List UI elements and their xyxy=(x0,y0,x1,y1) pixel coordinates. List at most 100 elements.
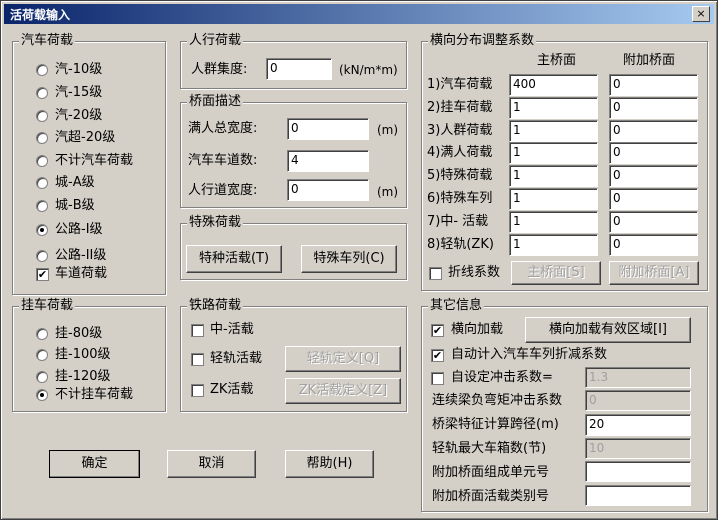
trailer-load-option-label: 不计挂车荷载 xyxy=(55,387,134,402)
lateral-main-deck-input[interactable]: 1 xyxy=(509,233,598,256)
main-deck-button[interactable]: 主桥面[S] xyxy=(511,261,601,285)
crowd-density-label: 人群集度: xyxy=(191,62,248,77)
railway-load-legend: 铁路荷载 xyxy=(187,298,244,314)
vehicle-load-option-label: 公路-II级 xyxy=(55,248,107,263)
deck-description-legend: 桥面描述 xyxy=(187,94,244,110)
extra-unit-input[interactable] xyxy=(585,461,691,482)
rail-axle-input[interactable]: 10 xyxy=(585,438,691,459)
lane-count-input[interactable]: 4 xyxy=(287,150,369,172)
trailer-load-legend: 挂车荷载 xyxy=(19,298,76,314)
lateral-extra-deck-input[interactable]: 0 xyxy=(609,119,698,142)
vehicle-load-radio[interactable] xyxy=(36,155,48,167)
title-bar: 活荷载输入 × xyxy=(4,4,714,24)
walkway-width-input[interactable]: 0 xyxy=(287,179,369,201)
vehicle-load-option-label: 不计汽车荷载 xyxy=(55,153,134,168)
lateral-main-deck-input[interactable]: 1 xyxy=(509,142,598,165)
auto-reduce-checkbox[interactable]: ✔ xyxy=(431,349,444,362)
vehicle-load-legend: 汽车荷载 xyxy=(19,33,76,49)
vehicle-load-option-label: 汽-20级 xyxy=(55,108,103,123)
lateral-row-label: 8)轻轨(ZK) xyxy=(427,236,494,252)
extra-deck-button[interactable]: 附加桥面[A] xyxy=(609,261,699,285)
lateral-main-deck-input[interactable]: 1 xyxy=(509,210,598,233)
lateral-row-label: 2)挂车荷载 xyxy=(427,99,493,115)
vehicle-load-radio[interactable] xyxy=(36,224,48,236)
lateral-load-checkbox[interactable]: ✔ xyxy=(431,324,444,337)
impact-coef-input[interactable]: 1.3 xyxy=(585,367,691,388)
impact-coef-label: 自设定冲击系数= xyxy=(451,370,553,385)
lateral-main-deck-input[interactable]: 1 xyxy=(509,188,598,210)
trailer-load-radio[interactable] xyxy=(36,349,48,361)
cancel-button[interactable]: 取消 xyxy=(167,450,256,478)
extra-deck-column-header: 附加桥面 xyxy=(623,53,676,68)
span-input[interactable]: 20 xyxy=(585,414,691,436)
lateral-row-label: 7)中- 活载 xyxy=(427,213,489,229)
lateral-row-label: 6)特殊车列 xyxy=(427,191,493,206)
lane-load-checkbox[interactable]: ✔ xyxy=(36,268,49,281)
close-button[interactable]: × xyxy=(692,6,710,22)
auto-reduce-label: 自动计入汽车车列折减系数 xyxy=(451,347,608,362)
main-deck-column-header: 主桥面 xyxy=(537,53,577,68)
lateral-row-label: 1)汽车荷载 xyxy=(427,77,493,92)
vehicle-load-option-label: 城-B级 xyxy=(55,198,95,213)
walkway-width-unit: (m) xyxy=(377,185,399,199)
rail-axle-label: 轻轨最大车箱数(节) xyxy=(432,441,547,456)
special-live-load-button[interactable]: 特种活载(T) xyxy=(186,245,282,273)
lateral-extra-deck-input[interactable]: 0 xyxy=(609,210,698,233)
extra-type-input[interactable] xyxy=(585,485,691,506)
neg-moment-input[interactable]: 0 xyxy=(585,390,691,411)
vehicle-load-radio[interactable] xyxy=(36,110,48,122)
lateral-extra-deck-input[interactable]: 0 xyxy=(609,165,698,188)
lateral-extra-deck-input[interactable]: 0 xyxy=(609,188,698,210)
pedestrian-load-legend: 人行荷载 xyxy=(187,33,244,49)
full-width-input[interactable]: 0 xyxy=(287,118,369,140)
vehicle-load-option-label: 公路-I级 xyxy=(55,222,103,237)
light-rail-definition-button[interactable]: 轻轨定义[Q] xyxy=(285,346,401,372)
lateral-region-button[interactable]: 横向加载有效区域[I] xyxy=(525,317,691,343)
special-train-button[interactable]: 特殊车列(C) xyxy=(301,245,397,273)
lateral-main-deck-input[interactable]: 1 xyxy=(509,119,598,142)
crowd-density-unit: (kN/m*m) xyxy=(339,63,398,77)
help-button[interactable]: 帮助(H) xyxy=(285,450,374,478)
vehicle-load-radio[interactable] xyxy=(36,87,48,99)
vehicle-load-radio[interactable] xyxy=(36,200,48,212)
lane-count-label: 汽车车道数: xyxy=(188,153,258,168)
neg-moment-label: 连续梁负弯矩冲击系数 xyxy=(432,393,563,408)
ok-button[interactable]: 确定 xyxy=(49,450,140,478)
trailer-load-option-label: 挂-80级 xyxy=(55,326,103,341)
full-width-label: 满人总宽度: xyxy=(188,121,258,136)
impact-coef-checkbox[interactable] xyxy=(431,372,444,385)
extra-type-label: 附加桥面活载类别号 xyxy=(432,489,550,504)
trailer-load-radio[interactable] xyxy=(36,328,48,340)
vehicle-load-radio[interactable] xyxy=(36,250,48,262)
lateral-load-label: 横向加载 xyxy=(451,322,504,337)
lateral-extra-deck-input[interactable]: 0 xyxy=(609,233,698,256)
lateral-distribution-legend: 横向分布调整系数 xyxy=(428,33,537,49)
lateral-main-deck-input[interactable]: 400 xyxy=(509,74,598,96)
lateral-main-deck-input[interactable]: 1 xyxy=(509,96,598,119)
lateral-row-label: 5)特殊荷载 xyxy=(427,168,493,184)
walkway-width-label: 人行道宽度: xyxy=(188,183,258,198)
lateral-row-label: 4)满人荷载 xyxy=(427,145,493,161)
vehicle-load-radio[interactable] xyxy=(36,132,48,144)
lateral-extra-deck-input[interactable]: 0 xyxy=(609,142,698,165)
vehicle-load-option-label: 汽-10级 xyxy=(55,62,103,77)
vehicle-load-option-label: 城-A级 xyxy=(55,175,95,190)
full-width-unit: (m) xyxy=(377,123,399,137)
light-rail-checkbox[interactable] xyxy=(191,353,204,366)
extra-unit-label: 附加桥面组成单元号 xyxy=(432,465,550,480)
lateral-extra-deck-input[interactable]: 0 xyxy=(609,96,698,119)
zk-live-load-checkbox[interactable] xyxy=(191,384,204,397)
lane-load-label: 车道荷载 xyxy=(55,266,108,281)
trailer-load-radio[interactable] xyxy=(36,371,48,383)
vehicle-load-radio[interactable] xyxy=(36,64,48,76)
zk-definition-button[interactable]: ZK活载定义[Z] xyxy=(285,378,401,404)
china-live-load-checkbox[interactable] xyxy=(191,324,204,337)
crowd-density-input[interactable]: 0 xyxy=(266,58,332,80)
china-live-load-label: 中-活载 xyxy=(210,322,254,337)
special-load-legend: 特殊荷载 xyxy=(187,215,244,231)
polyline-coef-checkbox[interactable] xyxy=(429,267,442,280)
lateral-main-deck-input[interactable]: 1 xyxy=(509,165,598,188)
vehicle-load-radio[interactable] xyxy=(36,177,48,189)
lateral-extra-deck-input[interactable]: 0 xyxy=(609,74,698,96)
trailer-load-radio[interactable] xyxy=(36,389,48,401)
